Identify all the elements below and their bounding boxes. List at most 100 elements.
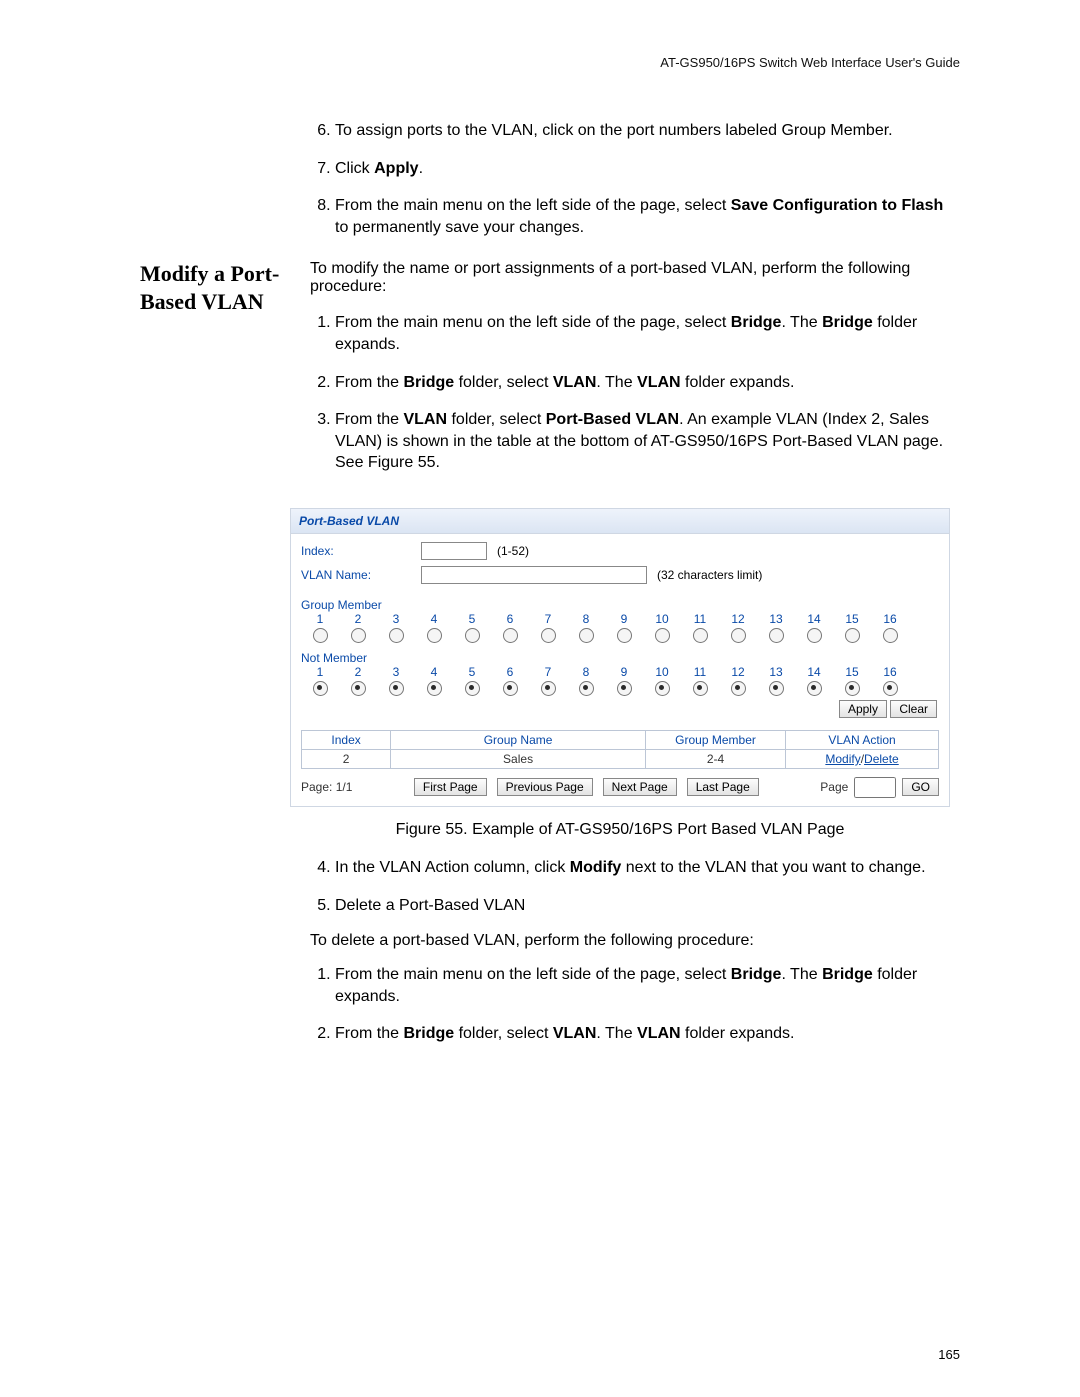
prev-page-button[interactable]: Previous Page [497, 778, 593, 796]
port-num: 10 [655, 612, 668, 626]
port-num: 7 [545, 612, 552, 626]
panel-title: Port-Based VLAN [291, 509, 949, 534]
index-hint: (1-52) [497, 544, 529, 558]
pager-go-label: Page [820, 780, 848, 794]
pager-page-value: 1/1 [336, 780, 353, 794]
modify-step-2: From the Bridge folder, select VLAN. The… [335, 372, 960, 394]
not-member-radio[interactable] [617, 681, 632, 696]
not-member-radio[interactable] [465, 681, 480, 696]
port-num: 16 [883, 665, 896, 679]
pager-go-input[interactable] [854, 777, 896, 798]
port-num: 2 [355, 612, 362, 626]
port-num: 15 [845, 665, 858, 679]
after-fig-steps: In the VLAN Action column, click Modify … [310, 857, 960, 916]
port-num: 12 [731, 612, 744, 626]
not-member-radio[interactable] [655, 681, 670, 696]
step-4: In the VLAN Action column, click Modify … [335, 857, 960, 879]
port-num: 8 [583, 665, 590, 679]
modify-step-3: From the VLAN folder, select Port-Based … [335, 409, 960, 474]
port-num: 7 [545, 665, 552, 679]
group-member-radio[interactable] [807, 628, 822, 643]
apply-button[interactable]: Apply [839, 700, 887, 718]
delete-step-2: From the Bridge folder, select VLAN. The… [335, 1023, 960, 1045]
vlan-name-input[interactable] [421, 566, 647, 584]
group-member-radio[interactable] [503, 628, 518, 643]
not-member-radio[interactable] [503, 681, 518, 696]
not-member-radio[interactable] [845, 681, 860, 696]
port-num: 10 [655, 665, 668, 679]
port-num: 3 [393, 665, 400, 679]
cell-action: Modify/Delete [786, 749, 939, 768]
index-label: Index: [301, 544, 421, 558]
port-num: 1 [317, 665, 324, 679]
step-8: From the main menu on the left side of t… [335, 195, 960, 238]
port-num: 9 [621, 665, 628, 679]
port-num: 15 [845, 612, 858, 626]
go-button[interactable]: GO [902, 778, 939, 796]
group-member-radio[interactable] [351, 628, 366, 643]
group-member-radio[interactable] [427, 628, 442, 643]
port-num: 6 [507, 665, 514, 679]
group-member-radio[interactable] [389, 628, 404, 643]
group-member-radio[interactable] [541, 628, 556, 643]
first-page-button[interactable]: First Page [414, 778, 487, 796]
port-num: 5 [469, 612, 476, 626]
port-num: 16 [883, 612, 896, 626]
group-member-row: 1 2 3 4 5 6 7 8 9 10 11 12 13 14 15 16 [291, 612, 949, 645]
not-member-radio[interactable] [579, 681, 594, 696]
port-num: 9 [621, 612, 628, 626]
group-member-radio[interactable] [465, 628, 480, 643]
modify-link[interactable]: Modify [825, 752, 860, 766]
col-vlan-action: VLAN Action [786, 730, 939, 749]
not-member-radio[interactable] [427, 681, 442, 696]
group-member-radio[interactable] [693, 628, 708, 643]
port-num: 8 [583, 612, 590, 626]
col-group-name: Group Name [391, 730, 646, 749]
group-member-label: Group Member [301, 598, 949, 612]
delete-link[interactable]: Delete [864, 752, 899, 766]
vlan-panel: Port-Based VLAN Index: (1-52) VLAN Name:… [290, 508, 950, 807]
port-num: 5 [469, 665, 476, 679]
cell-name: Sales [391, 749, 646, 768]
clear-button[interactable]: Clear [890, 700, 937, 718]
section-intro: To modify the name or port assignments o… [310, 260, 960, 296]
group-member-radio[interactable] [731, 628, 746, 643]
col-index: Index [302, 730, 391, 749]
group-member-radio[interactable] [579, 628, 594, 643]
group-member-radio[interactable] [883, 628, 898, 643]
step-7: Click Apply. [335, 158, 960, 180]
last-page-button[interactable]: Last Page [687, 778, 759, 796]
delete-step-1: From the main menu on the left side of t… [335, 964, 960, 1007]
group-member-radio[interactable] [313, 628, 328, 643]
not-member-radio[interactable] [769, 681, 784, 696]
port-num: 13 [769, 612, 782, 626]
section-heading: Modify a Port-Based VLAN [140, 260, 310, 490]
header-guide-title: AT-GS950/16PS Switch Web Interface User'… [140, 55, 960, 70]
port-num: 12 [731, 665, 744, 679]
not-member-radio[interactable] [883, 681, 898, 696]
group-member-radio[interactable] [617, 628, 632, 643]
not-member-radio[interactable] [693, 681, 708, 696]
not-member-radio[interactable] [807, 681, 822, 696]
not-member-radio[interactable] [389, 681, 404, 696]
not-member-radio[interactable] [351, 681, 366, 696]
top-steps-list: To assign ports to the VLAN, click on th… [310, 120, 960, 238]
document-page: AT-GS950/16PS Switch Web Interface User'… [0, 0, 1080, 1397]
not-member-radio[interactable] [731, 681, 746, 696]
not-member-radio[interactable] [541, 681, 556, 696]
group-member-radio[interactable] [655, 628, 670, 643]
group-member-radio[interactable] [845, 628, 860, 643]
not-member-row: 1 2 3 4 5 6 7 8 9 10 11 12 13 14 15 16 [291, 665, 949, 698]
page-number: 165 [938, 1347, 960, 1362]
port-num: 13 [769, 665, 782, 679]
cell-index: 2 [302, 749, 391, 768]
not-member-radio[interactable] [313, 681, 328, 696]
not-member-label: Not Member [301, 651, 949, 665]
next-page-button[interactable]: Next Page [603, 778, 677, 796]
index-input[interactable] [421, 542, 487, 560]
port-num: 6 [507, 612, 514, 626]
figure-caption: Figure 55. Example of AT-GS950/16PS Port… [290, 821, 950, 839]
table-row: 2 Sales 2-4 Modify/Delete [302, 749, 939, 768]
port-num: 11 [694, 665, 706, 679]
group-member-radio[interactable] [769, 628, 784, 643]
